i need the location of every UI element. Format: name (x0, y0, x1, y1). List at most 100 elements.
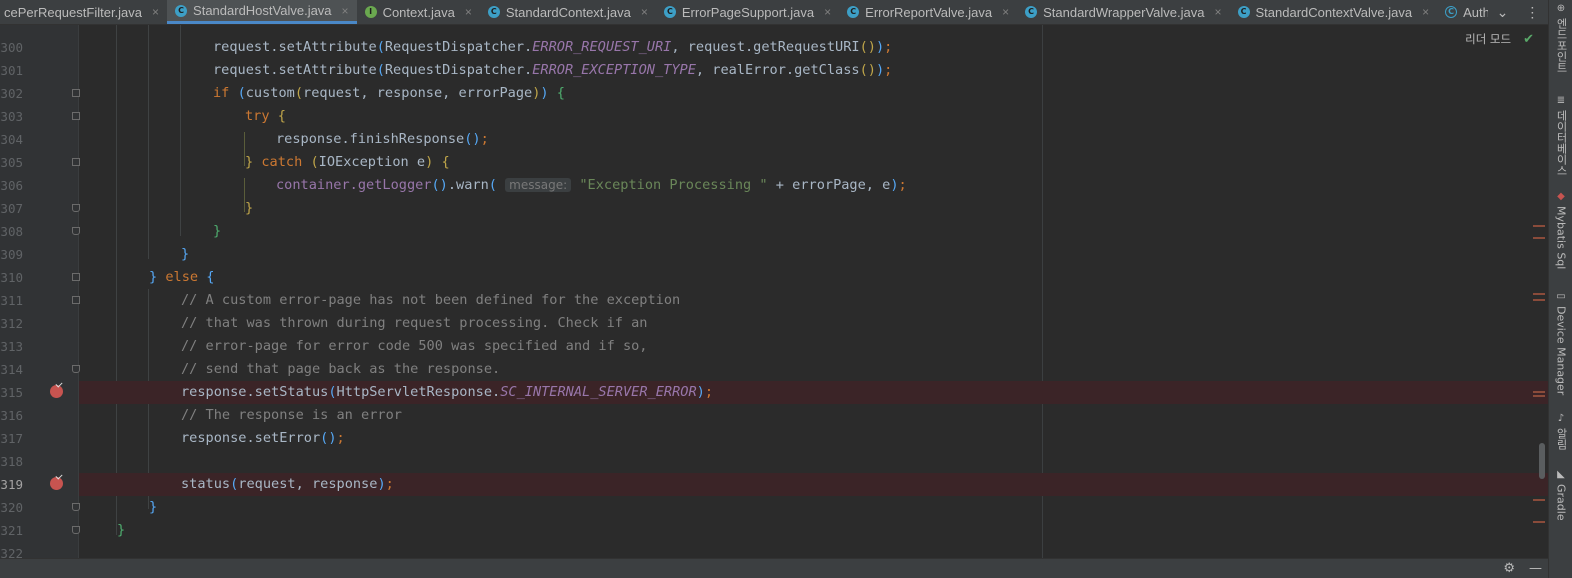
tab-standardwrappervalve[interactable]: C StandardWrapperValve.java × (1017, 0, 1229, 24)
interface-icon: I (364, 6, 377, 18)
tab-label: StandardWrapperValve.java (1043, 4, 1205, 20)
error-stripe-mark[interactable] (1533, 237, 1545, 239)
tab-standardhostvalve[interactable]: C StandardHostValve.java × (167, 0, 357, 24)
code-text: response.setStatus(HttpServletResponse.S… (181, 384, 713, 400)
code-line[interactable]: 313 // error-page for error code 500 was… (0, 335, 1548, 358)
code-line[interactable]: 308 } (0, 220, 1548, 243)
code-line[interactable]: 309 } (0, 243, 1548, 266)
tab-label: StandardHostValve.java (193, 3, 332, 18)
code-line[interactable]: 317 response.setError(); (0, 427, 1548, 450)
close-icon[interactable]: × (641, 5, 648, 19)
line-number: 318 (0, 454, 23, 469)
tool-label: Mybatis Sql (1554, 206, 1568, 270)
code-line[interactable]: 322 (0, 542, 1548, 558)
code-comment: // error-page for error code 500 was spe… (181, 338, 648, 354)
code-comment: // A custom error-page has not been defi… (181, 292, 681, 308)
database-icon: ≣ (1556, 95, 1566, 106)
code-line[interactable]: 321 } (0, 519, 1548, 542)
breakpoint-icon[interactable] (50, 477, 63, 490)
code-text: } (149, 499, 158, 515)
gear-icon[interactable]: ⚙ (1503, 561, 1515, 576)
code-text: } else { (149, 269, 215, 285)
code-line[interactable]: 306 container.getLogger().warn( message:… (0, 174, 1548, 197)
close-icon[interactable]: × (1214, 5, 1221, 19)
tool-label: Device Manager (1554, 306, 1568, 396)
code-text: } (181, 246, 190, 262)
line-number: 301 (0, 63, 23, 78)
code-line[interactable]: 302 if (custom(request, response, errorP… (0, 82, 1548, 105)
vertical-scrollbar-thumb[interactable] (1539, 443, 1545, 479)
tool-device-manager[interactable]: ▭ Device Manager (1549, 292, 1572, 396)
line-number: 309 (0, 247, 23, 262)
code-line[interactable]: 300 request.setAttribute(RequestDispatch… (0, 36, 1548, 59)
chevron-down-icon[interactable]: ⌄ (1497, 4, 1509, 21)
tool-endpoints[interactable]: ⊕ 엔드포인트 (1549, 3, 1572, 74)
close-icon[interactable]: × (342, 4, 349, 18)
tool-notifications[interactable]: ♪ 알림 (1549, 414, 1572, 451)
error-stripe-mark[interactable] (1533, 225, 1545, 227)
tab-standardcontextvalve[interactable]: C StandardContextValve.java × (1230, 0, 1438, 24)
line-number: 319 (0, 477, 23, 492)
code-text: } (117, 522, 126, 538)
code-line[interactable]: 310 } else { (0, 266, 1548, 289)
tab-label: cePerRequestFilter.java (4, 4, 143, 20)
error-stripe-mark[interactable] (1533, 391, 1545, 393)
error-stripe-mark[interactable] (1533, 293, 1545, 295)
tool-database[interactable]: ≣ 데이터베이스 (1549, 95, 1572, 177)
breakpoint-icon[interactable] (50, 385, 63, 398)
right-tool-strip: ⊕ 엔드포인트 ≣ 데이터베이스 ◆ Mybatis Sql ▭ Device … (1548, 0, 1572, 578)
code-line-breakpoint[interactable]: 315 response.setStatus(HttpServletRespon… (0, 381, 1548, 404)
close-icon[interactable]: × (1422, 5, 1429, 19)
endpoints-icon: ⊕ (1556, 3, 1566, 14)
error-stripe-mark[interactable] (1533, 395, 1545, 397)
code-comment: // that was thrown during request proces… (181, 315, 648, 331)
code-text: try { (245, 108, 286, 124)
class-icon: C (487, 6, 500, 18)
line-number: 311 (0, 293, 23, 308)
code-line[interactable]: 301 request.setAttribute(RequestDispatch… (0, 59, 1548, 82)
tab-standardcontext[interactable]: C StandardContext.java × (480, 0, 656, 24)
code-line[interactable]: 305 } catch (IOException e) { (0, 151, 1548, 174)
line-number: 314 (0, 362, 23, 377)
line-number: 317 (0, 431, 23, 446)
close-icon[interactable]: × (824, 5, 831, 19)
close-icon[interactable]: × (1002, 5, 1009, 19)
tool-gradle[interactable]: ◣ Gradle (1549, 470, 1572, 521)
line-number: 322 (0, 546, 23, 558)
close-icon[interactable]: × (465, 5, 472, 19)
tool-label: Gradle (1554, 484, 1568, 521)
code-line[interactable]: 311 // A custom error-page has not been … (0, 289, 1548, 312)
tool-label: 알림 (1555, 428, 1568, 450)
code-line[interactable]: 304 response.finishResponse(); (0, 128, 1548, 151)
line-number: 302 (0, 86, 23, 101)
code-line[interactable]: 314 // send that page back as the respon… (0, 358, 1548, 381)
error-stripe-mark[interactable] (1533, 521, 1545, 523)
parameter-hint: message: (505, 178, 572, 192)
tab-errorreportvalve[interactable]: C ErrorReportValve.java × (839, 0, 1017, 24)
code-editor[interactable]: 리더 모드 ✔ 300 request.setAttribute(Request… (0, 25, 1548, 558)
tool-mybatis-sql[interactable]: ◆ Mybatis Sql (1549, 192, 1572, 270)
tab-errorpagesupport[interactable]: C ErrorPageSupport.java × (656, 0, 839, 24)
minimize-icon[interactable]: — (1529, 561, 1542, 576)
tab-ceperrequestfilter[interactable]: cePerRequestFilter.java × (0, 0, 167, 24)
close-icon[interactable]: × (152, 5, 159, 19)
code-line[interactable]: 318 (0, 450, 1548, 473)
tool-label: 데이터베이스 (1555, 110, 1568, 176)
code-text: request.setAttribute(RequestDispatcher.E… (213, 39, 893, 55)
code-line[interactable]: 312 // that was thrown during request pr… (0, 312, 1548, 335)
error-stripe-mark[interactable] (1533, 499, 1545, 501)
code-line[interactable]: 316 // The response is an error (0, 404, 1548, 427)
error-stripe-mark[interactable] (1533, 299, 1545, 301)
class-icon: C (1025, 6, 1038, 18)
code-line-breakpoint[interactable]: 319 status(request, response); (0, 473, 1548, 496)
code-line[interactable]: 303 try { (0, 105, 1548, 128)
more-vertical-icon[interactable]: ⋮ (1525, 4, 1539, 21)
code-line[interactable]: 320 } (0, 496, 1548, 519)
gradle-icon: ◣ (1557, 469, 1565, 480)
code-text: } (245, 200, 254, 216)
code-line[interactable]: 307 } (0, 197, 1548, 220)
class-icon: C (663, 6, 676, 18)
class-icon: C (847, 6, 860, 18)
code-comment: // send that page back as the response. (181, 361, 501, 377)
tab-context[interactable]: I Context.java × (357, 0, 480, 24)
